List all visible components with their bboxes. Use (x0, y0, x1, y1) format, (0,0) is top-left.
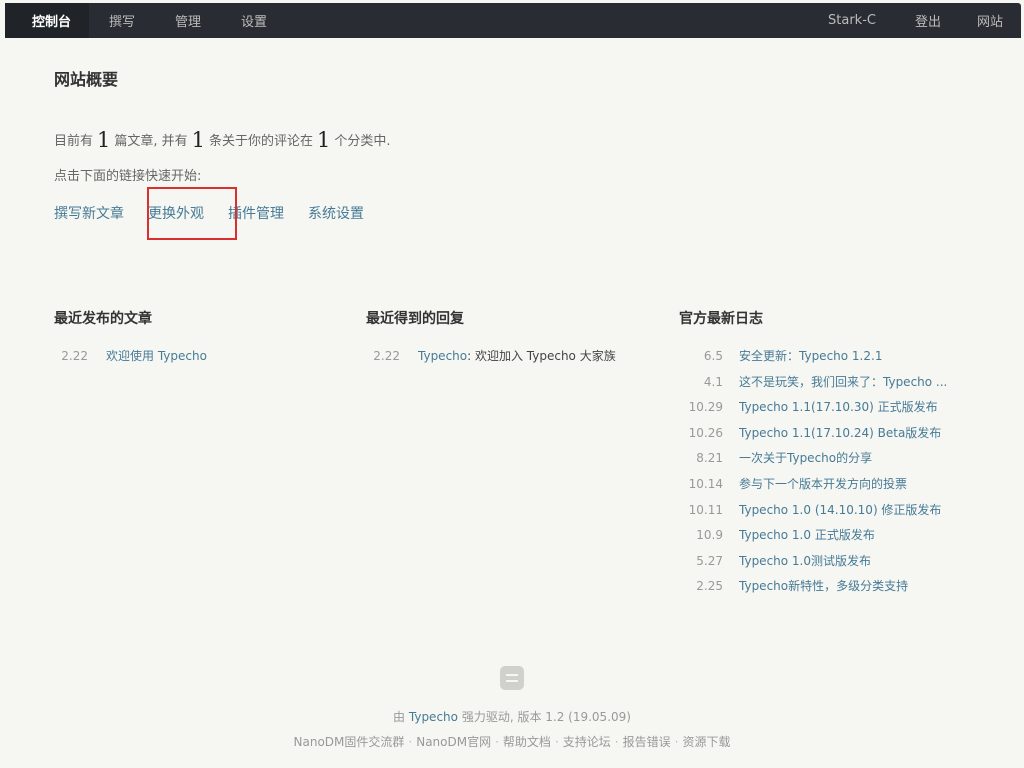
list-item: 10.11 Typecho 1.0 (14.10.10) 修正版发布 (679, 502, 979, 528)
footer-link[interactable]: NanoDM官网 (416, 735, 491, 749)
log-title-link[interactable]: 安全更新：Typecho 1.2.1 (739, 348, 882, 374)
log-date: 10.26 (688, 425, 723, 440)
log-title-link[interactable]: Typecho 1.0测试版发布 (739, 553, 871, 579)
list-item: 8.21 一次关于Typecho的分享 (679, 450, 979, 476)
log-title-link[interactable]: Typecho 1.0 正式版发布 (739, 527, 875, 553)
nav-dashboard[interactable]: 控制台 (5, 3, 90, 38)
list-item: 6.5 安全更新：Typecho 1.2.1 (679, 348, 979, 374)
list-item: 5.27 Typecho 1.0测试版发布 (679, 553, 979, 579)
change-theme-link[interactable]: 更换外观 (136, 202, 216, 226)
footer-separator: · (554, 735, 559, 749)
list-item: 2.22 欢迎使用 Typecho (54, 348, 354, 374)
typecho-logo-icon (500, 666, 524, 690)
recent-replies-panel: 最近得到的回复 2.22 Typecho: 欢迎加入 Typecho 大家族 (366, 308, 666, 374)
recent-posts-panel: 最近发布的文章 2.22 欢迎使用 Typecho (54, 308, 354, 374)
log-date: 6.5 (703, 349, 723, 363)
nav-site[interactable]: 网站 (959, 3, 1021, 38)
footer-separator: · (674, 735, 679, 749)
log-title-link[interactable]: Typecho 1.1(17.10.30) 正式版发布 (739, 399, 938, 425)
summary-text-2: 篇文章, 并有 (114, 134, 188, 149)
powered-prefix: 由 (393, 710, 406, 724)
footer-links: NanoDM固件交流群 · NanoDM官网 · 帮助文档 · 支持论坛 · 报告错误 · 资源下载 (0, 734, 1024, 750)
quick-start-hint: 点击下面的链接快速开始: (54, 169, 202, 184)
list-item: 10.9 Typecho 1.0 正式版发布 (679, 527, 979, 553)
log-date: 5.27 (696, 553, 723, 568)
nav-right: Stark-C 登出 网站 (807, 3, 1021, 38)
log-title-link[interactable]: Typecho新特性，多级分类支持 (739, 578, 908, 604)
post-date: 2.22 (61, 349, 88, 363)
footer-link[interactable]: 支持论坛 (563, 735, 611, 749)
footer-link[interactable]: 帮助文档 (503, 735, 551, 749)
post-count: 1 (97, 128, 111, 152)
recent-posts-list: 2.22 欢迎使用 Typecho (54, 348, 354, 374)
write-post-link[interactable]: 撰写新文章 (54, 202, 136, 226)
official-log-list: 6.5 安全更新：Typecho 1.2.1 4.1 这不是玩笑，我们回来了：Type… (679, 348, 979, 604)
official-log-heading: 官方最新日志 (679, 311, 763, 327)
nav-user[interactable]: Stark-C (807, 3, 897, 38)
summary-text-1: 目前有 (54, 134, 94, 149)
typecho-link[interactable]: Typecho (409, 710, 458, 724)
nav-settings[interactable]: 设置 (221, 3, 287, 38)
plugin-manage-link[interactable]: 插件管理 (216, 202, 296, 226)
quick-links: 撰写新文章 更换外观 插件管理 系统设置 (54, 202, 376, 226)
nav-logout[interactable]: 登出 (897, 3, 959, 38)
nav-write[interactable]: 撰写 (89, 3, 155, 38)
log-date: 10.14 (688, 476, 723, 491)
log-date: 10.9 (696, 528, 723, 543)
reply-author: Typecho (418, 349, 468, 363)
site-summary: 目前有 1 篇文章, 并有 1 条关于你的评论在 1 个分类中. (54, 128, 391, 152)
list-item: 10.14 参与下一个版本开发方向的投票 (679, 476, 979, 502)
reply-date: 2.22 (373, 349, 400, 363)
log-title-link[interactable]: 这不是玩笑，我们回来了：Typecho ... (739, 374, 947, 400)
system-settings-link[interactable]: 系统设置 (296, 202, 376, 226)
footer-link[interactable]: NanoDM固件交流群 (294, 735, 405, 749)
log-title-link[interactable]: Typecho 1.1(17.10.24) Beta版发布 (739, 425, 941, 451)
log-date: 10.11 (688, 502, 723, 517)
nav-left: 控制台 撰写 管理 设置 (5, 3, 287, 38)
list-item: 2.25 Typecho新特性，多级分类支持 (679, 578, 979, 604)
footer: 由 Typecho 强力驱动, 版本 1.2 (19.05.09) NanoDM… (0, 666, 1024, 750)
list-item: 10.26 Typecho 1.1(17.10.24) Beta版发布 (679, 425, 979, 451)
post-title-link[interactable]: 欢迎使用 Typecho (106, 348, 207, 374)
footer-link[interactable]: 资源下载 (682, 735, 730, 749)
list-item: 10.29 Typecho 1.1(17.10.30) 正式版发布 (679, 399, 979, 425)
recent-posts-heading: 最近发布的文章 (54, 311, 152, 327)
list-item: 2.22 Typecho: 欢迎加入 Typecho 大家族 (366, 348, 666, 374)
log-title-link[interactable]: 一次关于Typecho的分享 (739, 450, 872, 476)
page-title: 网站概要 (54, 70, 119, 89)
summary-text-4: 个分类中. (334, 134, 391, 149)
official-log-panel: 官方最新日志 6.5 安全更新：Typecho 1.2.1 4.1 这不是玩笑，我们回… (679, 308, 979, 604)
log-title-link[interactable]: Typecho 1.0 (14.10.10) 修正版发布 (739, 502, 941, 528)
top-navigation: 控制台 撰写 管理 设置 Stark-C 登出 网站 (5, 3, 1021, 38)
category-count: 1 (317, 128, 331, 152)
comment-count: 1 (191, 128, 206, 152)
powered-by: 由 Typecho 强力驱动, 版本 1.2 (19.05.09) (0, 709, 1024, 725)
powered-suffix: 强力驱动, 版本 1.2 (19.05.09) (461, 710, 631, 724)
footer-separator: · (614, 735, 619, 749)
reply-text: : 欢迎加入 Typecho 大家族 (467, 349, 616, 363)
log-date: 10.29 (688, 400, 723, 415)
log-date: 2.25 (696, 579, 723, 594)
footer-separator: · (408, 735, 413, 749)
footer-separator: · (495, 735, 499, 749)
summary-text-3: 条关于你的评论在 (209, 134, 314, 149)
list-item: 4.1 这不是玩笑，我们回来了：Typecho ... (679, 374, 979, 400)
footer-link[interactable]: 报告错误 (623, 735, 671, 749)
reply-link[interactable]: Typecho: 欢迎加入 Typecho 大家族 (418, 348, 616, 374)
recent-replies-heading: 最近得到的回复 (366, 311, 464, 327)
recent-replies-list: 2.22 Typecho: 欢迎加入 Typecho 大家族 (366, 348, 666, 374)
log-date: 4.1 (703, 374, 723, 389)
log-title-link[interactable]: 参与下一个版本开发方向的投票 (739, 476, 907, 502)
log-date: 8.21 (696, 451, 723, 466)
nav-manage[interactable]: 管理 (155, 3, 221, 38)
